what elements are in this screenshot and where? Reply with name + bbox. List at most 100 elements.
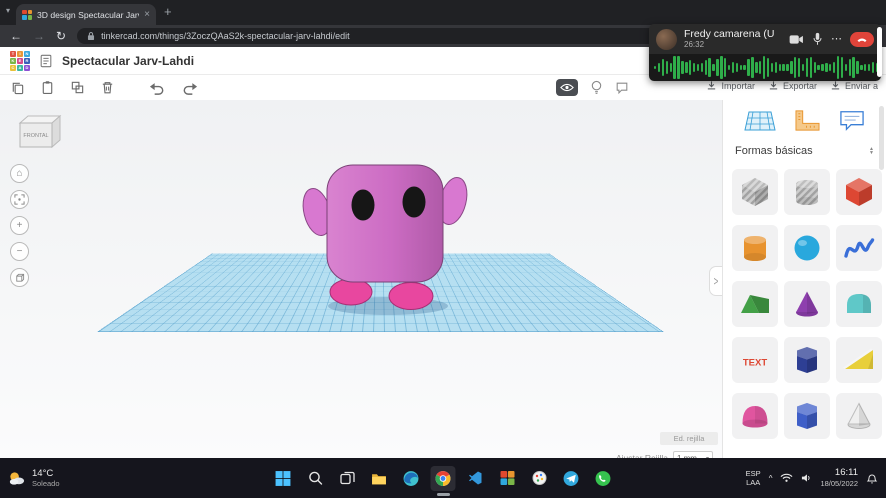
hidden-icons-chevron[interactable]: ^ xyxy=(769,474,773,483)
shapes-panel: Formas básicas ▲ ▼ TEXT xyxy=(722,100,886,458)
svg-text:TEXT: TEXT xyxy=(743,358,767,369)
logo-tile: A xyxy=(17,64,23,71)
shape-hexagono[interactable] xyxy=(784,393,830,439)
exportar-button[interactable]: Exportar xyxy=(768,80,817,91)
shape-esfera[interactable] xyxy=(784,225,830,271)
logo-tile: T xyxy=(10,50,16,57)
camera-icon[interactable] xyxy=(789,34,804,45)
paste-icon[interactable] xyxy=(40,80,55,95)
zoom-out-button[interactable]: − xyxy=(10,242,29,261)
view-cube[interactable]: FRONTAL xyxy=(14,112,64,156)
tinkercad-logo[interactable]: TIN KER CAD xyxy=(10,50,30,71)
overlay-scrollbar[interactable] xyxy=(877,27,882,77)
edge-icon[interactable] xyxy=(399,466,424,491)
forward-button[interactable]: → xyxy=(33,30,45,42)
design-name[interactable]: Spectacular Jarv-Lahdi xyxy=(62,54,194,68)
enviar-a-button[interactable]: Enviar a xyxy=(830,80,878,91)
snap-grid-controls: Ajustar Rejilla 1 mm ▾ xyxy=(616,451,713,458)
zoom-in-button[interactable]: + xyxy=(10,216,29,235)
new-tab-button[interactable]: + xyxy=(164,5,172,18)
model-character[interactable] xyxy=(290,155,480,320)
shape-cilindro-hueco[interactable] xyxy=(784,169,830,215)
panel-collapse-handle[interactable]: > xyxy=(709,266,722,296)
start-icon[interactable] xyxy=(271,466,296,491)
paint-icon[interactable] xyxy=(527,466,552,491)
weather-temp: 14°C xyxy=(32,467,54,479)
fit-view-button[interactable] xyxy=(10,190,29,209)
right-eye xyxy=(402,186,426,218)
recorder-header: Fredy camarena (U 26:32 ⋯ xyxy=(649,24,881,54)
shape-cilindro[interactable] xyxy=(732,225,778,271)
home-view-button[interactable]: ⌂ xyxy=(10,164,29,183)
stop-recording-button[interactable] xyxy=(850,31,874,47)
weather-icon xyxy=(7,469,26,488)
shape-texto[interactable]: TEXT xyxy=(732,337,778,383)
wifi-icon[interactable] xyxy=(780,473,793,483)
reload-button[interactable]: ↻ xyxy=(56,30,66,42)
notes-panel-icon[interactable] xyxy=(838,109,866,133)
shape-medio-cono[interactable] xyxy=(836,393,882,439)
perspective-toggle-button[interactable] xyxy=(10,268,29,287)
weather-widget[interactable]: 14°C Soleado xyxy=(7,458,60,498)
shape-techo-redondeado[interactable] xyxy=(836,281,882,327)
undo-icon[interactable] xyxy=(149,81,166,95)
snap-grid-select[interactable]: 1 mm ▾ xyxy=(672,451,713,458)
tab-search-chevron-icon[interactable]: ▾ xyxy=(6,7,10,15)
weather-desc: Soleado xyxy=(32,479,60,489)
task-view-icon[interactable] xyxy=(335,466,360,491)
date: 18/05/2022 xyxy=(820,479,858,489)
delete-icon[interactable] xyxy=(100,80,115,95)
browser-tab[interactable]: 3D design Spectacular Jarv-Lahdi × xyxy=(16,4,156,25)
header-actions: Importar Exportar Enviar a xyxy=(706,80,878,91)
redo-icon[interactable] xyxy=(181,81,198,95)
recorder-info: Fredy camarena (U 26:32 xyxy=(684,28,782,49)
tinkercad-icon[interactable] xyxy=(495,466,520,491)
screen: ▾ 3D design Spectacular Jarv-Lahdi × + ←… xyxy=(0,0,886,498)
edit-grid-button[interactable]: Ed. rejilla xyxy=(660,432,718,445)
telegram-icon[interactable] xyxy=(559,466,584,491)
shape-cono[interactable] xyxy=(784,281,830,327)
lock-icon xyxy=(87,31,95,41)
importar-button[interactable]: Importar xyxy=(706,80,755,91)
chrome-icon[interactable] xyxy=(430,465,456,491)
design-menu-icon[interactable] xyxy=(39,54,53,68)
notes-tool-icon[interactable] xyxy=(615,81,629,95)
right-foot xyxy=(388,282,434,310)
logo-tile: I xyxy=(17,50,23,57)
bulb-icon[interactable] xyxy=(590,80,603,95)
view-tools xyxy=(556,79,629,96)
shape-category-dropdown[interactable]: Formas básicas ▲ ▼ xyxy=(723,137,886,161)
shape-garabato[interactable] xyxy=(836,225,882,271)
clock[interactable]: 16:11 18/05/2022 xyxy=(820,467,858,488)
volume-icon[interactable] xyxy=(801,473,812,483)
shape-cuna[interactable] xyxy=(836,337,882,383)
shape-caja-hueca[interactable] xyxy=(732,169,778,215)
mic-icon[interactable] xyxy=(812,32,823,46)
panel-scrollbar[interactable] xyxy=(879,106,884,170)
whatsapp-icon[interactable] xyxy=(591,466,616,491)
show-hidden-button[interactable] xyxy=(556,79,578,96)
category-spinner-icon[interactable]: ▲ ▼ xyxy=(869,146,874,156)
search-icon[interactable] xyxy=(303,466,328,491)
shape-paraboloide[interactable] xyxy=(732,393,778,439)
workplane-tool-icon[interactable] xyxy=(743,109,777,133)
model-body xyxy=(326,164,444,283)
vscode-icon[interactable] xyxy=(463,466,488,491)
tab-close-icon[interactable]: × xyxy=(144,9,150,20)
3d-viewport[interactable]: FRONTAL ⌂ + − > Ed. rejilla Ajustar Reji… xyxy=(0,100,722,458)
duplicate-icon[interactable] xyxy=(70,80,85,95)
browser-tab-strip: ▾ 3D design Spectacular Jarv-Lahdi × + xyxy=(0,0,886,25)
recorder-user-name: Fredy camarena (U xyxy=(684,28,775,41)
file-explorer-icon[interactable] xyxy=(367,466,392,491)
copy-icon[interactable] xyxy=(10,80,25,95)
back-button[interactable]: ← xyxy=(10,30,22,42)
more-options-icon[interactable]: ⋯ xyxy=(831,33,842,45)
shape-techo[interactable] xyxy=(732,281,778,327)
notifications-icon[interactable] xyxy=(866,472,878,484)
shape-caja[interactable] xyxy=(836,169,882,215)
logo-tile: D xyxy=(24,64,30,71)
keyboard-language[interactable]: ESP LAA xyxy=(746,469,761,488)
taskbar-apps xyxy=(271,458,616,498)
shape-poligono[interactable] xyxy=(784,337,830,383)
ruler-tool-icon[interactable] xyxy=(793,108,822,133)
